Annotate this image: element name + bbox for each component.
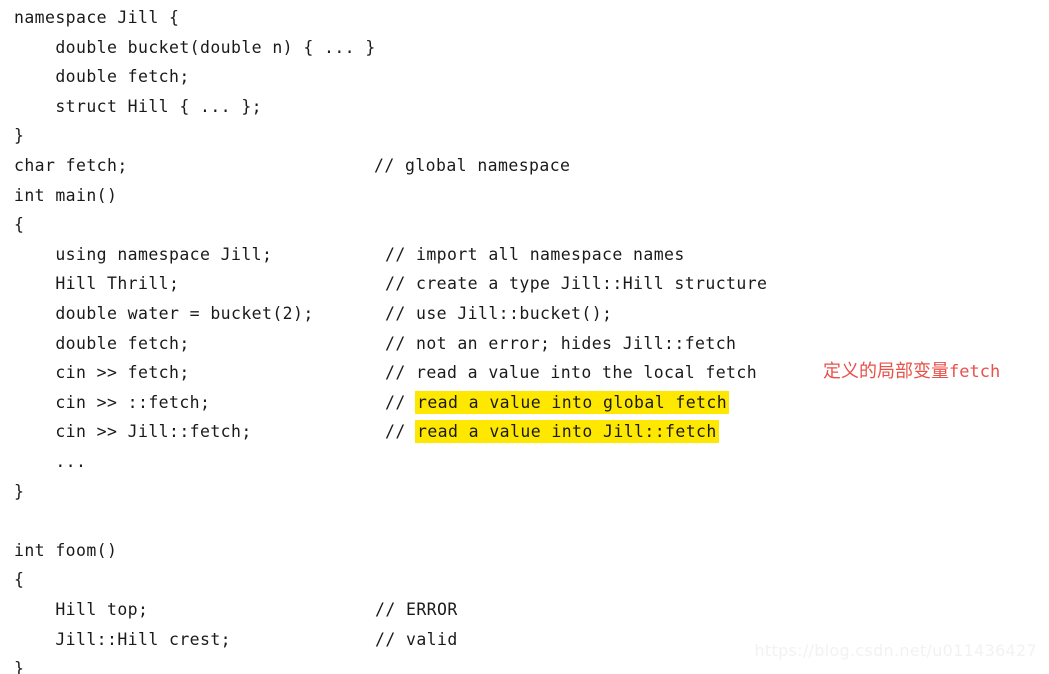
code-text: cin >> fetch; — [14, 363, 190, 383]
code-text: namespace Jill { — [14, 8, 180, 27]
code-comment-highlighted: // read a value into Jill::fetch — [385, 420, 719, 444]
comment-text: read a value into Jill::fetch — [415, 420, 719, 444]
code-text: cin >> Jill::fetch; — [14, 422, 252, 442]
code-text: double fetch; — [14, 67, 190, 87]
code-line: Hill Thrill; // create a type Jill::Hill … — [0, 269, 1049, 299]
comment-prefix: // — [385, 274, 417, 294]
code-text: cin >> ::fetch; — [14, 392, 211, 412]
comment-prefix: // — [385, 304, 417, 323]
comment-prefix: // — [385, 392, 417, 412]
comment-text: create a type Jill::Hill structure — [416, 274, 768, 294]
comment-prefix: // — [374, 156, 406, 175]
code-listing-page: namespace Jill { double bucket(double n)… — [0, 0, 1049, 674]
comment-text: not an error; hides Jill::fetch — [416, 333, 737, 353]
code-line: char fetch; // global namespace — [0, 151, 1049, 181]
annotation-cjk-text: 定义的局部变量 — [823, 361, 949, 383]
code-text: struct Hill { ... }; — [14, 96, 263, 116]
code-text: double water = bucket(2); — [14, 304, 314, 323]
comment-prefix: // — [375, 600, 407, 619]
code-line: cin >> Jill::fetch; // read a value into … — [0, 417, 1049, 447]
code-text: { — [14, 570, 25, 590]
red-annotation: 定义的局部变量fetch — [823, 360, 1000, 384]
code-text: using namespace Jill; — [14, 244, 273, 264]
code-line: cin >> fetch; // read a value into the lo… — [0, 358, 1049, 388]
comment-prefix: // — [385, 363, 417, 383]
code-text: } — [14, 126, 25, 146]
code-line: namespace Jill { — [0, 3, 1049, 33]
code-text: } — [14, 481, 25, 501]
code-line: } — [0, 477, 1049, 507]
comment-text: ERROR — [406, 600, 458, 619]
comment-text: global namespace — [405, 156, 571, 175]
code-text: double bucket(double n) { ... } — [14, 37, 376, 57]
comment-text: valid — [406, 629, 458, 649]
code-line: double water = bucket(2); // use Jill::bu… — [0, 299, 1049, 329]
code-line: cin >> ::fetch; // read a value into glob… — [0, 388, 1049, 418]
code-comment: // global namespace — [374, 155, 570, 177]
code-text: int main() — [14, 185, 118, 205]
comment-prefix: // — [375, 629, 407, 649]
code-line: double fetch; — [0, 62, 1049, 92]
comment-prefix: // — [385, 244, 417, 264]
comment-text: import all namespace names — [416, 244, 685, 264]
code-text: char fetch; — [14, 156, 128, 175]
code-line: struct Hill { ... }; — [0, 92, 1049, 122]
code-comment: // ERROR — [375, 599, 458, 621]
code-text: Hill Thrill; — [14, 274, 180, 294]
code-line: using namespace Jill; // import all names… — [0, 240, 1049, 270]
code-line: double bucket(double n) { ... } — [0, 33, 1049, 63]
code-line: int foom() — [0, 536, 1049, 566]
code-text: ... — [14, 452, 87, 471]
code-line: Hill top; // ERROR — [0, 595, 1049, 625]
code-line: ... — [0, 447, 1049, 477]
code-comment: // not an error; hides Jill::fetch — [385, 333, 736, 355]
code-line: int main() — [0, 181, 1049, 211]
code-comment: // create a type Jill::Hill structure — [385, 273, 767, 295]
code-text: { — [14, 215, 25, 235]
comment-text: read a value into global fetch — [415, 390, 730, 414]
code-comment: // valid — [375, 629, 458, 651]
code-comment-highlighted: // read a value into global fetch — [385, 390, 730, 414]
code-comment: // use Jill::bucket(); — [385, 303, 612, 325]
code-area: namespace Jill { double bucket(double n)… — [0, 0, 1049, 674]
comment-text: use Jill::bucket(); — [416, 304, 613, 323]
watermark: https://blog.csdn.net/u011436427 — [754, 641, 1037, 660]
code-line: { — [0, 210, 1049, 240]
code-comment: // read a value into the local fetch — [385, 362, 757, 384]
comment-text: read a value into the local fetch — [416, 363, 758, 383]
annotation-latin-text: fetch — [949, 362, 1001, 383]
code-text: double fetch; — [14, 333, 190, 353]
code-text: Jill::Hill crest; — [14, 629, 232, 649]
comment-prefix: // — [385, 422, 417, 442]
comment-prefix: // — [385, 333, 417, 353]
code-line: { — [0, 565, 1049, 595]
code-line: } — [0, 121, 1049, 151]
code-comment: // import all namespace names — [385, 244, 685, 266]
code-text: Hill top; — [14, 600, 149, 619]
code-text: int foom() — [14, 540, 118, 560]
code-line: double fetch; // not an error; hides Jill… — [0, 329, 1049, 359]
code-text: } — [14, 659, 25, 674]
